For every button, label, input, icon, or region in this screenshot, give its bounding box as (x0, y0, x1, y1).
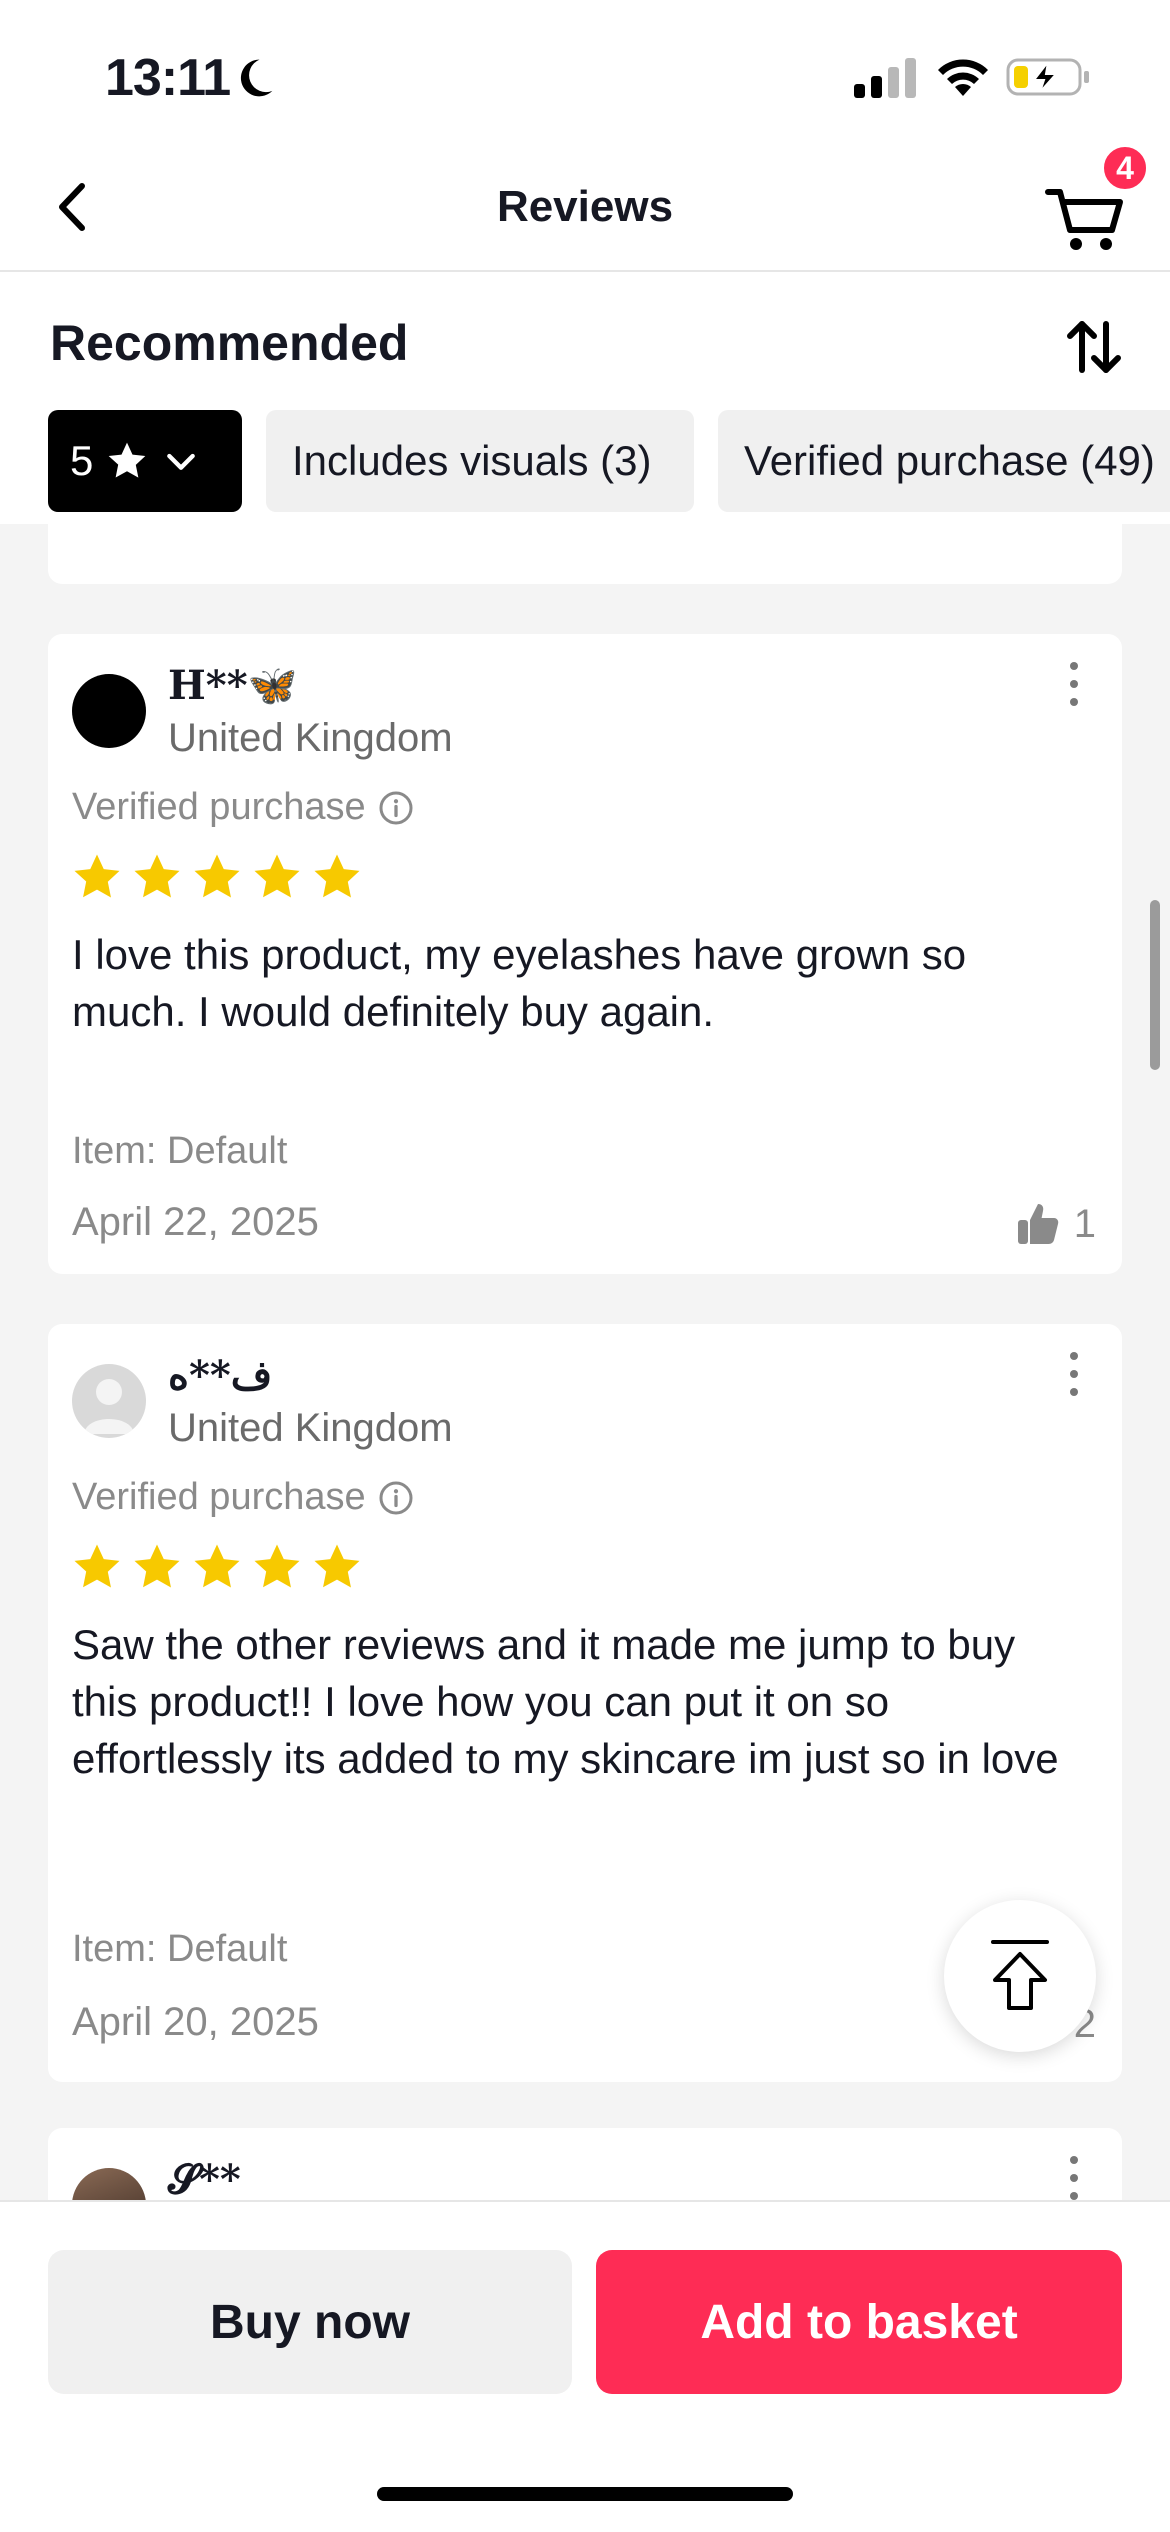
review-date: April 20, 2025 (72, 2000, 319, 2044)
review-username: 𝓢** (168, 2156, 241, 2200)
page-title: Reviews (496, 182, 674, 231)
review-item: Item: Default (72, 1928, 288, 1970)
review-card: 𝓢** (48, 2128, 1122, 2200)
star-rating (70, 1540, 364, 1594)
star-icon (314, 1544, 360, 1588)
more-icon[interactable] (1062, 658, 1086, 710)
signal-icon (854, 58, 916, 98)
info-icon[interactable] (378, 1480, 414, 1516)
review-card: H**🦋 United Kingdom Verified purchase I … (48, 634, 1122, 1274)
verified-filter-chip[interactable]: Verified purchase (49) (718, 410, 1170, 512)
review-username: ف**ه (168, 1352, 273, 1399)
avatar[interactable] (72, 674, 146, 748)
status-time: 13:11 (105, 49, 231, 107)
star-icon (134, 1544, 180, 1588)
sort-label: Recommended (50, 315, 409, 371)
star-icon (109, 442, 146, 478)
verified-purchase: Verified purchase (72, 1476, 414, 1519)
star-icon (314, 854, 360, 898)
star-icon (74, 1544, 120, 1588)
like-count: 1 (1073, 1201, 1096, 1246)
verified-purchase: Verified purchase (72, 786, 414, 829)
review-date: April 22, 2025 (72, 1200, 319, 1244)
scrollbar[interactable] (1150, 900, 1160, 1070)
like-button[interactable]: 1 (1014, 1200, 1096, 1248)
verified-label: Verified purchase (72, 786, 366, 828)
thumbs-up-icon (1017, 1204, 1059, 1244)
review-country: United Kingdom (168, 1406, 453, 1450)
visuals-filter-chip[interactable]: Includes visuals (3) (266, 410, 694, 512)
star-rating (70, 850, 364, 904)
star-icon (194, 854, 240, 898)
avatar[interactable] (72, 2168, 146, 2200)
star-icon (254, 854, 300, 898)
sort-icon[interactable] (1060, 314, 1126, 380)
home-indicator[interactable] (377, 2487, 793, 2501)
filter-header: Recommended 5 Includes visuals (3) Verif… (0, 272, 1170, 524)
review-text: I love this product, my eyelashes have g… (72, 931, 967, 1035)
status-bar: 13:11 (0, 0, 1170, 150)
bottom-action-bar: Buy now Add to basket (0, 2200, 1170, 2532)
avatar[interactable] (72, 1364, 146, 1438)
star-icon (254, 1544, 300, 1588)
cart-badge: 4 (1100, 143, 1150, 193)
star-filter-chip[interactable]: 5 (48, 410, 242, 512)
default-avatar-icon (84, 1379, 134, 1434)
nav-bar: Reviews (0, 150, 1170, 272)
battery-icon (1006, 58, 1089, 96)
star-icon (134, 854, 180, 898)
star-icon (74, 854, 120, 898)
moon-icon (240, 59, 273, 97)
chevron-down-icon (167, 453, 196, 470)
more-icon[interactable] (1062, 2152, 1086, 2200)
review-item: Item: Default (72, 1130, 288, 1172)
star-icon (194, 1544, 240, 1588)
wifi-icon (938, 59, 988, 96)
buy-now-button[interactable]: Buy now (48, 2250, 572, 2394)
review-country: United Kingdom (168, 716, 453, 760)
verified-label: Verified purchase (72, 1476, 366, 1518)
more-icon[interactable] (1062, 1348, 1086, 1400)
back-to-top-button[interactable] (944, 1900, 1096, 2052)
star-filter-value: 5 (70, 437, 94, 484)
add-to-basket-button[interactable]: Add to basket (596, 2250, 1122, 2394)
review-text: Saw the other reviews and it made me jum… (72, 1621, 1059, 1782)
info-icon[interactable] (378, 790, 414, 826)
back-to-top-icon (991, 1940, 1049, 2010)
review-card (48, 524, 1122, 584)
review-username: H**🦋 (168, 662, 298, 709)
